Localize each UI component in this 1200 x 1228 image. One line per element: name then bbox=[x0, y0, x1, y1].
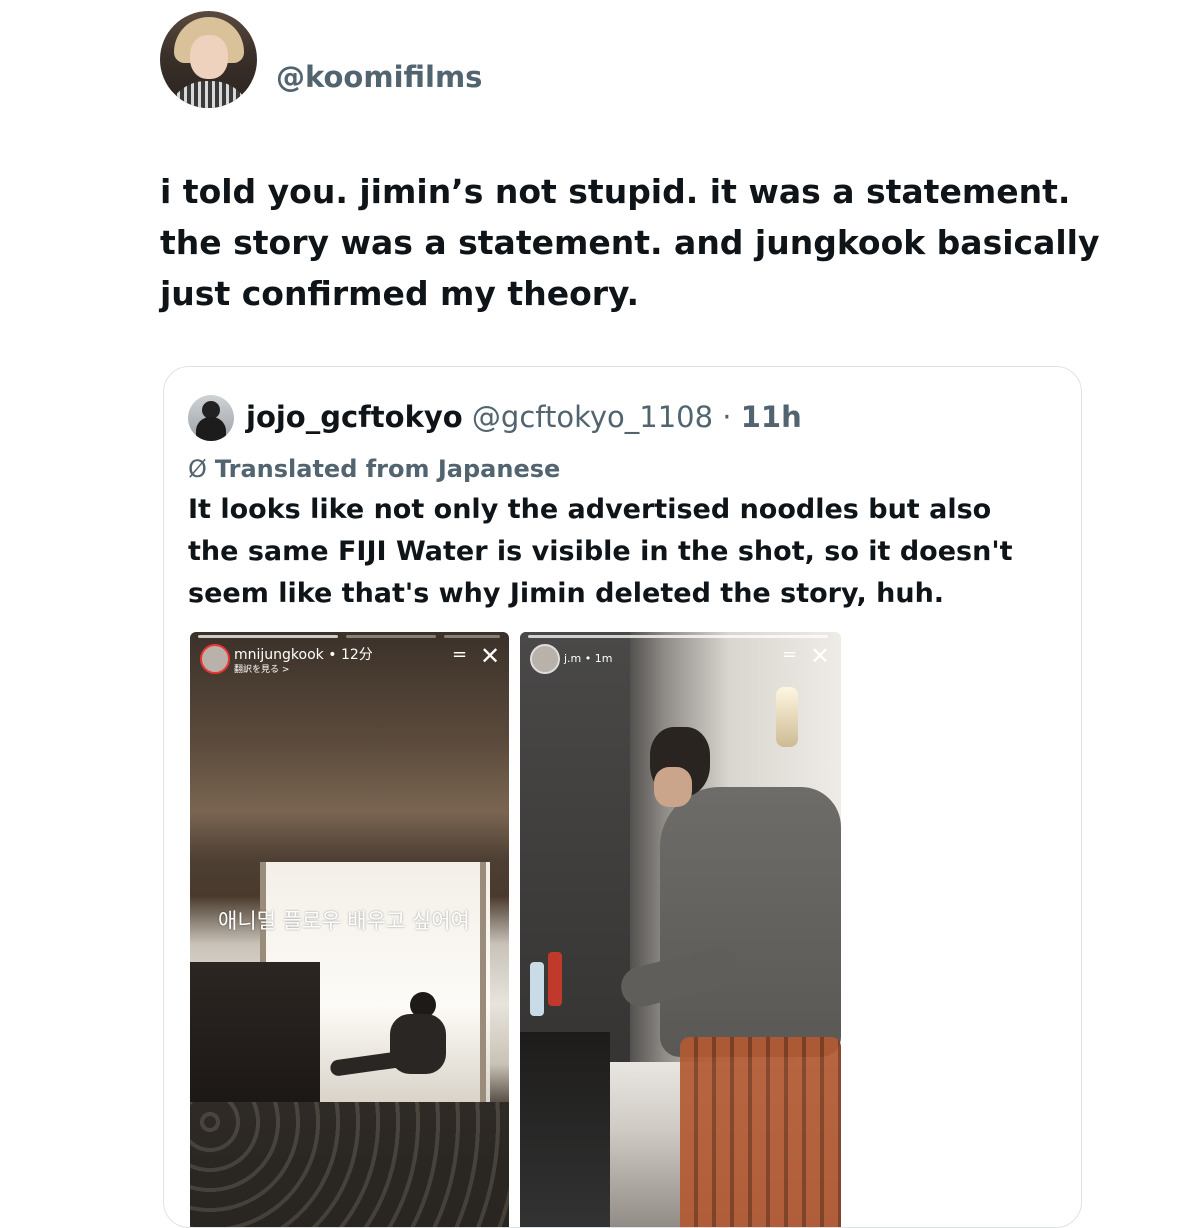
carpet-floor bbox=[190, 1102, 509, 1227]
quoted-tweet-card[interactable]: jojo_gcftokyo @gcftokyo_1108 · 11h Ø Tran… bbox=[163, 366, 1082, 1228]
story-progress-2 bbox=[528, 635, 828, 638]
person-hoodie bbox=[660, 787, 841, 1057]
quoted-header: jojo_gcftokyo @gcftokyo_1108 · 11h bbox=[246, 400, 802, 434]
person-figure-2 bbox=[616, 727, 841, 1227]
window-frame-right bbox=[480, 862, 486, 1102]
desk bbox=[190, 962, 320, 1102]
story-user-1[interactable]: mnijungkook • 12分 bbox=[234, 644, 373, 664]
quoted-avatar[interactable] bbox=[188, 395, 234, 441]
quoted-handle[interactable]: @gcftokyo_1108 bbox=[472, 400, 713, 434]
story-progress-1c bbox=[444, 635, 500, 638]
story-time: 12分 bbox=[340, 647, 373, 663]
header-separator: · bbox=[722, 400, 732, 434]
story-caption: 애니멀 플로우 배우고 싶어여 bbox=[218, 909, 470, 933]
translated-notice[interactable]: Ø Translated from Japanese bbox=[188, 455, 560, 483]
story-avatar-2[interactable] bbox=[530, 644, 560, 674]
stove bbox=[520, 1032, 610, 1227]
person-pants bbox=[680, 1037, 841, 1227]
story-menu-icon[interactable]: = bbox=[452, 644, 467, 665]
person-figure bbox=[329, 992, 460, 1092]
water-bottle bbox=[530, 962, 544, 1016]
avatar-face bbox=[190, 35, 228, 79]
story-translate-link[interactable]: 翻訳を見る > bbox=[234, 662, 289, 675]
quoted-text: It looks like not only the advertised no… bbox=[188, 494, 1013, 609]
close-icon[interactable]: ✕ bbox=[480, 642, 500, 670]
quoted-timestamp[interactable]: 11h bbox=[741, 400, 802, 434]
story-user-2[interactable]: j.m • 1m bbox=[564, 652, 612, 665]
story-image-2[interactable]: j.m • 1m = ✕ bbox=[520, 632, 841, 1227]
story-time: 1m bbox=[594, 652, 613, 665]
story-avatar-1[interactable] bbox=[200, 644, 230, 674]
profile-avatar[interactable] bbox=[160, 11, 257, 108]
story-menu-icon[interactable]: = bbox=[782, 644, 797, 665]
author-handle[interactable]: @koomifilms bbox=[276, 60, 482, 94]
close-icon[interactable]: ✕ bbox=[810, 642, 830, 670]
translate-icon: Ø bbox=[188, 455, 207, 483]
quoted-avatar-body bbox=[196, 417, 226, 441]
avatar-shirt bbox=[166, 81, 252, 108]
translated-label: Translated from Japanese bbox=[214, 455, 561, 483]
story-progress-1b bbox=[346, 635, 436, 638]
person-face-2 bbox=[654, 767, 692, 807]
quoted-display-name[interactable]: jojo_gcftokyo bbox=[246, 400, 463, 434]
sauce-bottle bbox=[548, 952, 562, 1006]
tweet-text: i told you. jimin’s not stupid. it was a… bbox=[160, 172, 1100, 313]
story-progress-1a bbox=[198, 635, 338, 638]
story-image-1[interactable]: mnijungkook • 12分 翻訳を見る > = ✕ 애니멀 플로우 배우… bbox=[190, 632, 509, 1227]
story-username: mnijungkook bbox=[234, 647, 324, 663]
story-username: j.m bbox=[564, 652, 582, 665]
